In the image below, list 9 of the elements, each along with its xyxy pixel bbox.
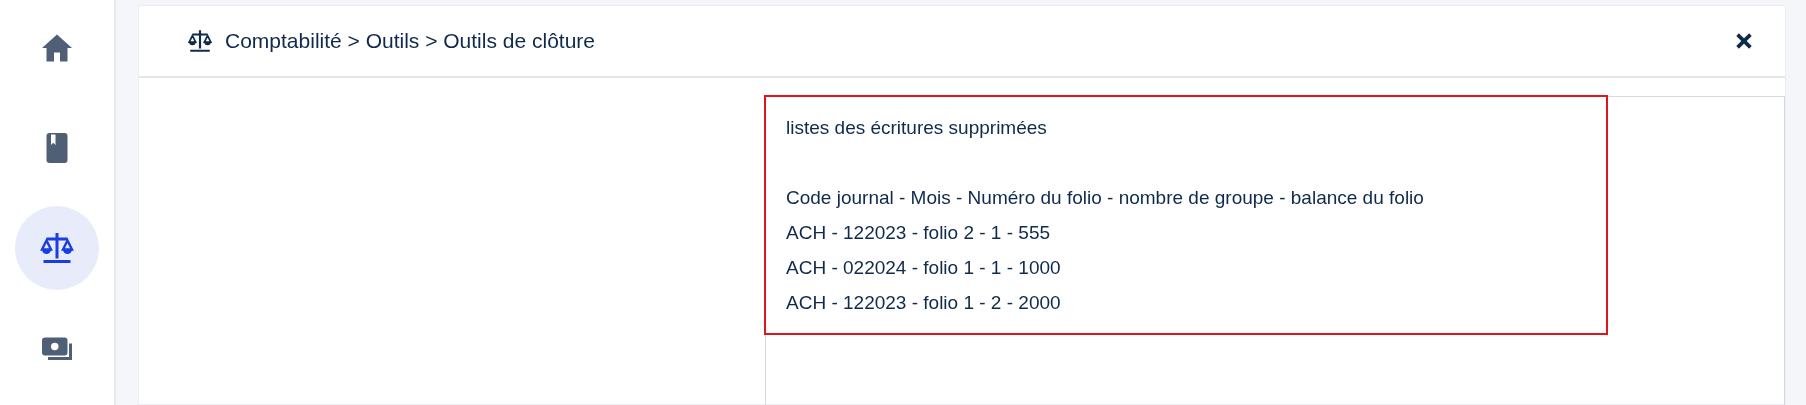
text-line: ACH - 122023 - folio 1 - 2 - 2000 bbox=[786, 291, 1062, 315]
text-line: ACH - 122023 - folio 2 - 1 - 555 bbox=[786, 221, 1052, 245]
scale-icon bbox=[39, 230, 75, 266]
breadcrumb: Comptabilité > Outils > Outils de clôture bbox=[225, 29, 595, 53]
scale-icon bbox=[187, 28, 213, 54]
text-line: Code journal - Mois - Numéro du folio - nombre de groupe - balance du folio bbox=[786, 186, 1425, 210]
text-area[interactable] bbox=[765, 96, 1785, 405]
text-line: ACH - 022024 - folio 1 - 1 - 1000 bbox=[786, 256, 1062, 280]
text-line: listes des écritures supprimées bbox=[786, 116, 1048, 140]
